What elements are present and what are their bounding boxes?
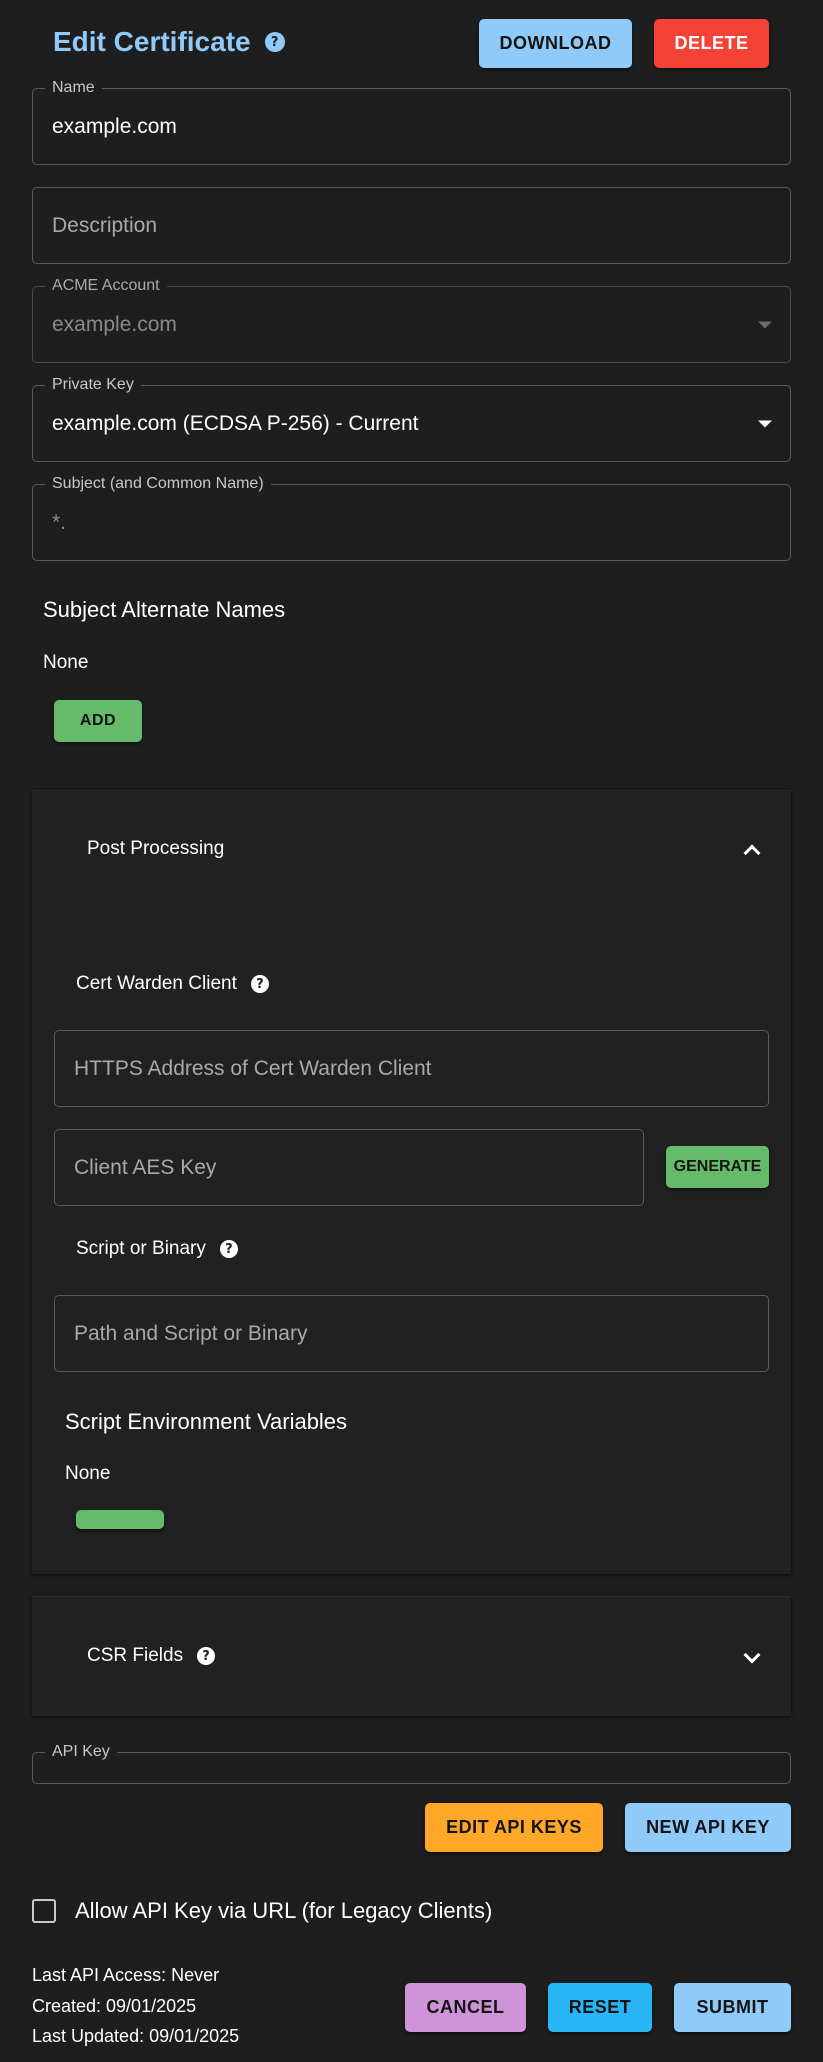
api-key-field[interactable]: API Key bbox=[32, 1743, 791, 1784]
chevron-down-icon bbox=[758, 420, 772, 427]
name-field[interactable]: Name example.com bbox=[32, 79, 791, 165]
page-title: Edit Certificate ? bbox=[53, 26, 285, 58]
help-icon[interactable]: ? bbox=[197, 1647, 216, 1665]
generate-button[interactable]: GENERATE bbox=[666, 1146, 769, 1188]
reset-button[interactable]: RESET bbox=[548, 1983, 652, 2032]
cancel-button[interactable]: CANCEL bbox=[405, 1983, 526, 2032]
api-key-label: API Key bbox=[45, 1743, 117, 1761]
help-icon[interactable]: ? bbox=[250, 975, 269, 993]
cert-warden-client-label: Cert Warden Client bbox=[76, 973, 237, 994]
help-icon[interactable]: ? bbox=[219, 1240, 238, 1258]
edit-api-keys-button[interactable]: EDIT API KEYS bbox=[425, 1803, 603, 1852]
csr-fields-heading: CSR Fields ? bbox=[87, 1645, 216, 1667]
env-vars-heading: Script Environment Variables bbox=[65, 1409, 348, 1434]
new-api-key-button[interactable]: NEW API KEY bbox=[625, 1803, 791, 1852]
legacy-api-key-option[interactable]: Allow API Key via URL (for Legacy Client… bbox=[32, 1898, 492, 1924]
last-api-access: Last API Access: Never bbox=[32, 1965, 220, 1985]
name-value: example.com bbox=[52, 114, 177, 138]
description-placeholder: Description bbox=[52, 213, 158, 237]
add-env-var-button[interactable] bbox=[76, 1510, 164, 1529]
private-key-select[interactable]: Private Key example.com (ECDSA P-256) - … bbox=[32, 376, 791, 462]
private-key-label: Private Key bbox=[45, 376, 141, 394]
post-processing-title: Post Processing bbox=[87, 838, 225, 859]
san-heading: Subject Alternate Names bbox=[43, 597, 286, 622]
cert-warden-client-heading: Cert Warden Client ? bbox=[76, 973, 269, 995]
description-field[interactable]: Description bbox=[32, 187, 791, 264]
add-san-button[interactable]: ADD bbox=[54, 700, 142, 742]
san-none-text: None bbox=[43, 652, 89, 673]
client-address-field[interactable]: HTTPS Address of Cert Warden Client bbox=[54, 1030, 769, 1107]
private-key-value: example.com (ECDSA P-256) - Current bbox=[52, 411, 419, 435]
legacy-api-key-label: Allow API Key via URL (for Legacy Client… bbox=[75, 1898, 493, 1923]
legacy-api-key-checkbox[interactable] bbox=[32, 1899, 56, 1923]
env-vars-none-text: None bbox=[65, 1463, 111, 1484]
acme-account-select: ACME Account example.com bbox=[32, 277, 791, 363]
download-button[interactable]: DOWNLOAD bbox=[479, 19, 632, 68]
client-aes-key-placeholder: Client AES Key bbox=[74, 1155, 217, 1179]
script-path-placeholder: Path and Script or Binary bbox=[74, 1321, 308, 1345]
script-path-field[interactable]: Path and Script or Binary bbox=[54, 1295, 769, 1372]
name-label: Name bbox=[45, 79, 102, 97]
help-icon[interactable]: ? bbox=[264, 32, 285, 52]
submit-button[interactable]: SUBMIT bbox=[674, 1983, 791, 2032]
delete-button[interactable]: DELETE bbox=[654, 19, 769, 68]
subject-value: *. bbox=[52, 510, 67, 534]
acme-account-value: example.com bbox=[52, 312, 177, 336]
page-title-text: Edit Certificate bbox=[53, 26, 251, 57]
client-aes-key-field[interactable]: Client AES Key bbox=[54, 1129, 644, 1206]
subject-label: Subject (and Common Name) bbox=[45, 475, 271, 493]
created-date: Created: 09/01/2025 bbox=[32, 1996, 197, 2016]
last-updated-date: Last Updated: 09/01/2025 bbox=[32, 2026, 240, 2046]
subject-field[interactable]: Subject (and Common Name) *. bbox=[32, 475, 791, 561]
csr-fields-title: CSR Fields bbox=[87, 1645, 184, 1666]
chevron-down-icon bbox=[758, 321, 772, 328]
client-address-placeholder: HTTPS Address of Cert Warden Client bbox=[74, 1056, 432, 1080]
script-binary-label: Script or Binary bbox=[76, 1238, 206, 1259]
acme-account-label: ACME Account bbox=[45, 277, 167, 295]
script-binary-heading: Script or Binary ? bbox=[76, 1238, 238, 1260]
